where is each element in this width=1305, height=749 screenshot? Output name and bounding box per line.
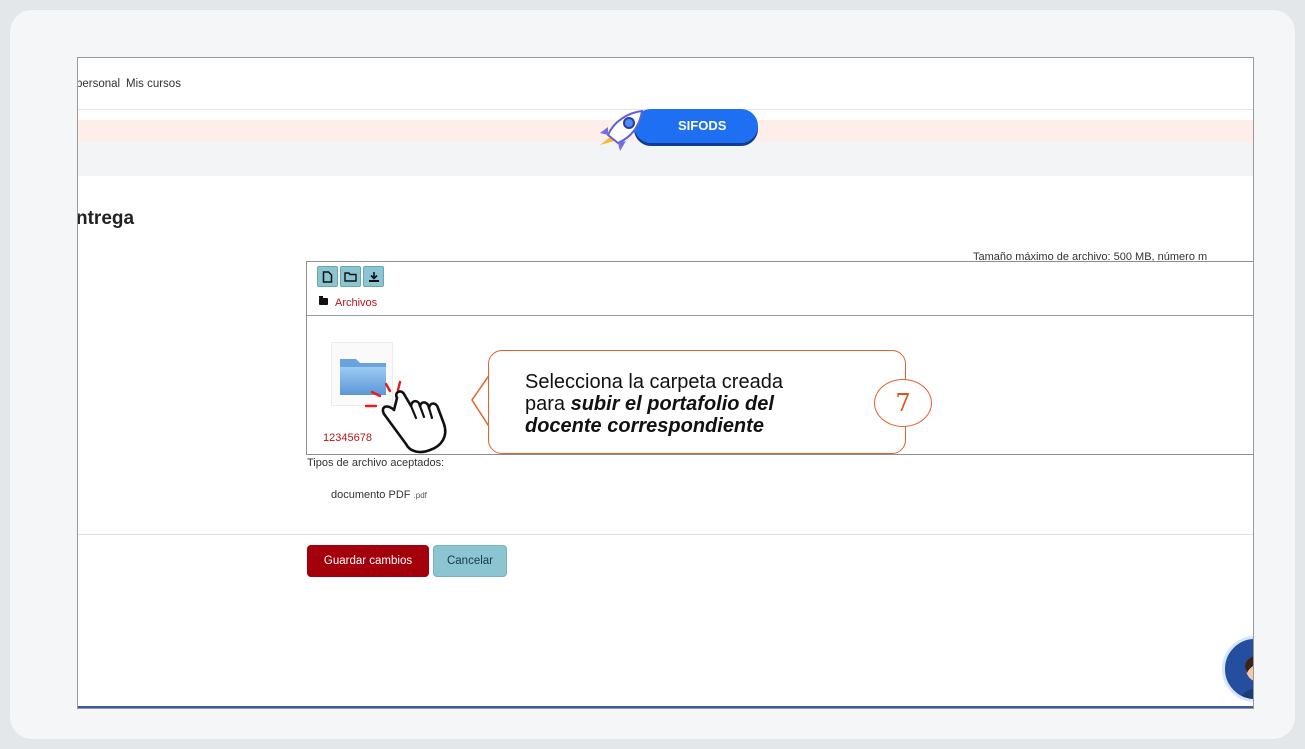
person-icon [1241,656,1253,699]
folder-icon [319,296,328,305]
download-button[interactable] [363,266,384,287]
rocket-icon [600,109,644,151]
new-folder-icon [344,272,357,282]
frame-bottom-border [78,706,1253,708]
sifods-label: SIFODS [678,118,727,133]
accepted-type-ext: .pdf [413,491,427,500]
step-number-badge: 7 [874,379,932,427]
callout-lead: Selecciona la carpeta creada [525,371,783,393]
new-file-icon [322,270,333,283]
top-navigation: personal Mis cursos [78,58,1253,110]
cancel-button[interactable]: Cancelar [433,545,507,577]
callout-bold-1: subir el portafolio del [570,393,774,415]
add-file-button[interactable] [317,266,338,287]
pointer-hand-icon [364,380,447,454]
accepted-type-pdf: documento PDF .pdf [331,489,427,501]
page-heading: ntrega [77,208,135,229]
callout-para: para [525,393,566,415]
instruction-callout: Selecciona la carpeta creada para subir … [488,350,906,454]
file-manager-divider [307,315,1253,316]
nav-item-my-courses[interactable]: Mis cursos [126,78,181,90]
download-icon [368,271,379,282]
breadcrumb: Archivos [319,296,377,309]
save-changes-button[interactable]: Guardar cambios [307,545,429,577]
header-subband [78,142,1253,176]
create-folder-button[interactable] [340,266,361,287]
accepted-type-name: documento PDF [331,489,411,501]
callout-bold-2: docente correspondiente [525,415,764,437]
nav-item-personal[interactable]: personal [78,78,120,90]
sifods-pill: SIFODS [634,109,758,143]
breadcrumb-files-link[interactable]: Archivos [335,297,377,309]
sifods-badge: SIFODS [596,109,758,151]
file-manager-toolbar [317,266,384,287]
form-divider [78,534,1253,535]
assistant-avatar[interactable] [1222,636,1253,702]
callout-text: Selecciona la carpeta creada para subir … [525,371,845,437]
